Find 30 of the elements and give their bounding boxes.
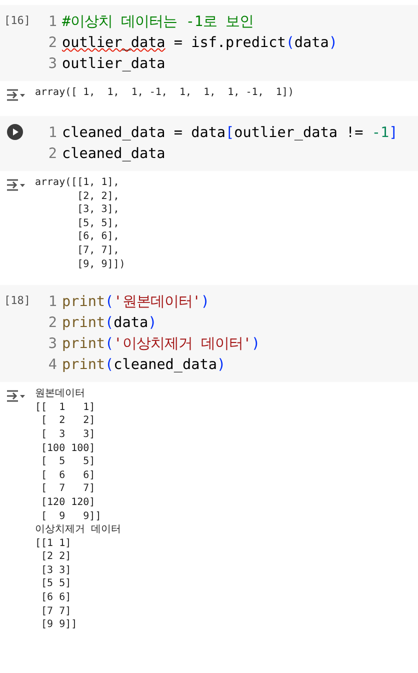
code-line: print('원본데이터') — [62, 293, 210, 312]
cell-output: array([[1, 1], [2, 2], [3, 3], [5, 5], [6, 6], [7, 7], [9, 9]]) — [35, 176, 126, 272]
line-number: 4 — [47, 356, 57, 373]
line-number: 3 — [47, 56, 57, 72]
line-number: 1 — [47, 294, 57, 310]
line-number: 1 — [47, 14, 57, 30]
line-number: 2 — [47, 314, 57, 331]
output-toggle-icon[interactable] — [6, 389, 26, 404]
line-number: 2 — [47, 146, 57, 162]
line-number: 1 — [47, 124, 57, 140]
code-line: print(cleaned_data) — [62, 356, 226, 373]
cell-output: array([ 1, 1, 1, -1, 1, 1, 1, -1, 1]) — [35, 86, 294, 100]
code-line: outlier_data — [62, 56, 166, 72]
run-button[interactable] — [7, 124, 23, 140]
cell-output: 원본데이터 [[ 1 1] [ 2 2] [ 3 3] [100 100] [ 5 5] [ 6 6] [ 7 7] [120 120] [ 9 9]] 이상치제거 데이터 [[1 1] [2 2] [3 3] [5 5] [6 6] [7 7] [9 9]] — [35, 387, 122, 632]
code-line: outlier_data = isf.predict(data) — [62, 34, 338, 50]
execution-count: [16] — [4, 14, 30, 27]
output-toggle-icon[interactable] — [6, 178, 26, 192]
code-cell[interactable]: 1 cleaned_data = data[outlier_data != -1] 2 cleaned_data — [0, 116, 418, 171]
code-cell[interactable]: [18] 1 print('원본데이터') 2 print(data) 3 print('이상치제거 데이터') 4 print(cleaned_data) — [0, 285, 418, 382]
output-toggle-icon[interactable] — [6, 88, 26, 102]
line-number: 2 — [47, 34, 57, 50]
code-line: cleaned_data = data[outlier_data != -1] — [62, 124, 398, 140]
code-line: cleaned_data — [62, 146, 166, 162]
code-line: #이상치 데이터는 -1로 보인 — [62, 13, 254, 31]
line-number: 3 — [47, 336, 57, 352]
code-cell[interactable]: [16] 1 #이상치 데이터는 -1로 보인 2 outlier_data = isf.predict(data) 3 outlier_data — [0, 5, 418, 81]
execution-count: [18] — [4, 294, 30, 308]
code-line: print(data) — [62, 314, 157, 331]
code-line: print('이상치제거 데이터') — [62, 335, 260, 354]
